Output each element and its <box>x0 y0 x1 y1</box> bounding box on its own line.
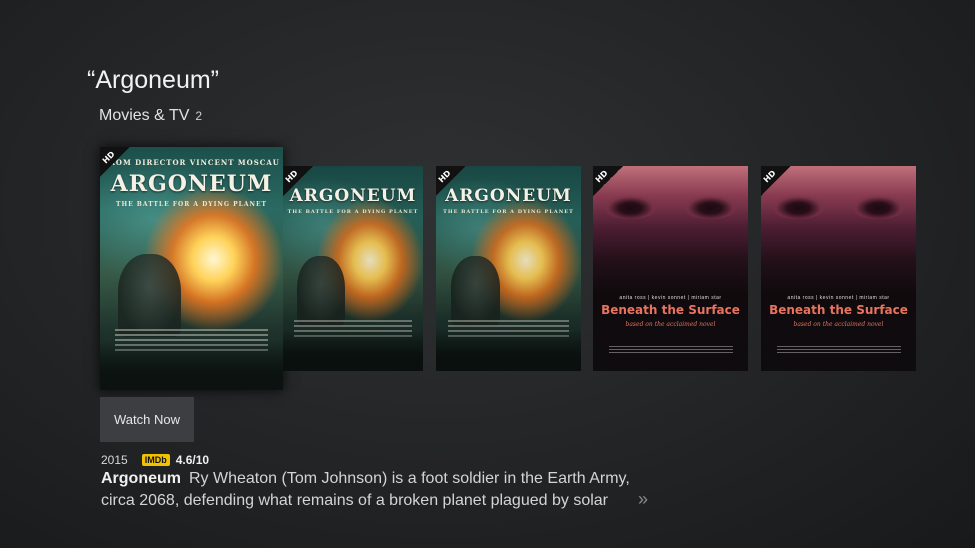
hd-badge: HD <box>283 166 313 196</box>
result-count: 2 <box>195 109 203 123</box>
release-year: 2015 <box>101 453 128 467</box>
poster-credits: anita ross | kevin sonnet | miriam star <box>787 295 890 301</box>
hd-badge: HD <box>436 166 466 196</box>
poster-argoneum[interactable]: HD ARGONEUM THE BATTLE FOR A DYING PLANE… <box>436 166 581 371</box>
poster-subtitle: based on the acclaimed novel <box>625 321 716 328</box>
poster-subtitle: THE BATTLE FOR A DYING PLANET <box>116 201 267 208</box>
hd-badge: HD <box>761 166 791 196</box>
hd-badge: HD <box>593 166 623 196</box>
watch-now-button[interactable]: Watch Now <box>100 397 194 442</box>
section-title: Movies & TV <box>99 107 190 124</box>
poster-subtitle: based on the acclaimed novel <box>793 321 884 328</box>
poster-argoneum-selected[interactable]: HD FROM DIRECTOR VINCENT MOSCAU ARGONEUM… <box>100 147 283 390</box>
description: Argoneum Ry Wheaton (Tom Johnson) is a fo… <box>101 468 661 512</box>
poster-subtitle: THE BATTLE FOR A DYING PLANET <box>443 209 574 215</box>
imdb-logo-icon: IMDb <box>141 454 170 466</box>
description-title: Argoneum <box>101 470 181 487</box>
section-header: Movies & TV 2 <box>99 107 202 125</box>
imdb-rating: 4.6/10 <box>175 453 210 467</box>
poster-beneath-the-surface[interactable]: HD anita ross | kevin sonnet | miriam st… <box>761 166 916 371</box>
poster-subtitle: THE BATTLE FOR A DYING PLANET <box>287 209 419 215</box>
poster-title: Beneath the Surface <box>769 303 908 317</box>
poster-beneath-the-surface[interactable]: HD anita ross | kevin sonnet | miriam st… <box>593 166 748 371</box>
title-metadata: 2015 IMDb 4.6/10 <box>101 453 209 467</box>
poster-credits: anita ross | kevin sonnet | miriam star <box>619 295 722 301</box>
hd-badge: HD <box>100 147 130 177</box>
poster-title: Beneath the Surface <box>601 303 740 317</box>
poster-art <box>593 166 748 371</box>
search-query-title: “Argoneum” <box>87 66 219 94</box>
double-chevron-right-icon[interactable]: » <box>638 489 648 510</box>
poster-argoneum[interactable]: HD ARGONEUM THE BATTLE FOR A DYING PLANE… <box>283 166 423 371</box>
poster-art <box>761 166 916 371</box>
